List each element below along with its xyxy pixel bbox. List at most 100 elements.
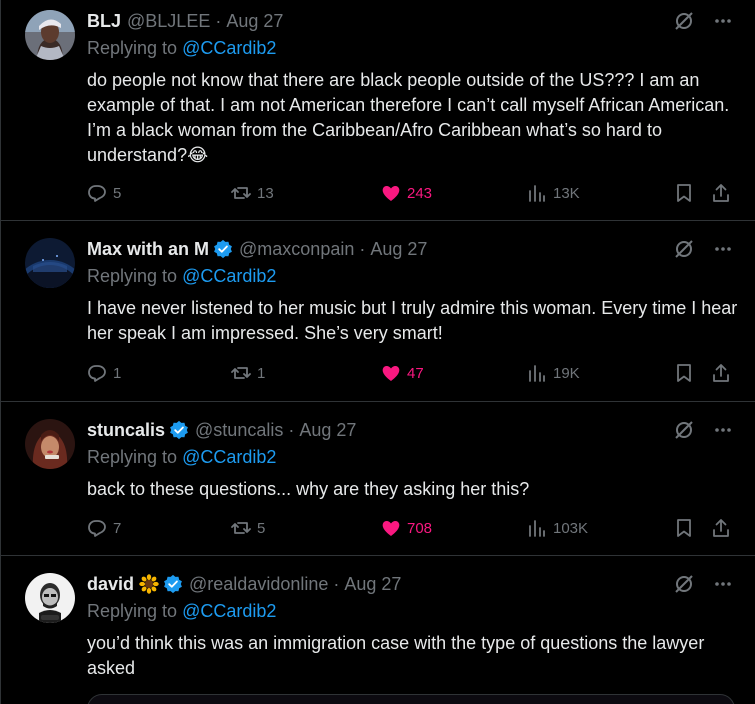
share-button[interactable] bbox=[711, 518, 731, 538]
separator: · bbox=[359, 238, 366, 259]
handle[interactable]: @BLJLEE bbox=[127, 11, 210, 32]
separator: · bbox=[288, 419, 295, 440]
tweet-header-actions bbox=[673, 419, 733, 441]
more-icon[interactable] bbox=[713, 10, 733, 32]
reply-tweet[interactable]: david @realdavidonline · Aug 27 Replying… bbox=[1, 556, 755, 704]
like-button[interactable]: 708 bbox=[381, 518, 432, 538]
reply-tweet[interactable]: BLJ @BLJLEE · Aug 27 Replying to @CCardi… bbox=[1, 0, 755, 221]
repost-button[interactable]: 5 bbox=[231, 518, 265, 538]
repost-button[interactable]: 1 bbox=[231, 363, 265, 383]
replying-label: Replying to bbox=[87, 266, 183, 286]
replying-to-link[interactable]: @CCardib2 bbox=[182, 447, 276, 467]
handle[interactable]: @realdavidonline bbox=[189, 574, 328, 595]
tweet-header: BLJ @BLJLEE · Aug 27 bbox=[87, 10, 739, 32]
heart-icon bbox=[382, 366, 400, 381]
reply-tweet[interactable]: Max with an M @maxconpain · Aug 27 Reply… bbox=[1, 221, 755, 402]
replying-to: Replying to @CCardib2 bbox=[87, 601, 739, 623]
share-icon bbox=[713, 184, 729, 202]
tweet-header-actions bbox=[673, 238, 733, 260]
repost-button[interactable]: 13 bbox=[231, 183, 274, 203]
replying-to: Replying to @CCardib2 bbox=[87, 447, 739, 469]
repost-count: 5 bbox=[257, 519, 266, 537]
view-count: 19K bbox=[553, 364, 580, 382]
handle[interactable]: @stuncalis bbox=[195, 420, 283, 441]
verified-badge-icon[interactable] bbox=[213, 239, 233, 259]
share-icon bbox=[713, 364, 729, 382]
tweet-actions: 7 5 708 103K bbox=[87, 518, 731, 540]
grok-icon[interactable] bbox=[673, 10, 695, 32]
more-icon[interactable] bbox=[713, 238, 733, 260]
separator: · bbox=[215, 10, 222, 31]
grok-icon[interactable] bbox=[673, 573, 695, 595]
reply-button[interactable]: 1 bbox=[87, 363, 121, 383]
tweet-actions: 1 1 47 19K bbox=[87, 363, 731, 385]
timestamp[interactable]: Aug 27 bbox=[226, 11, 283, 32]
bookmark-icon bbox=[677, 519, 691, 537]
views-icon bbox=[529, 185, 545, 202]
verified-badge-icon[interactable] bbox=[169, 420, 189, 440]
bookmark-icon bbox=[677, 184, 691, 202]
display-name[interactable]: david bbox=[87, 574, 134, 595]
tweet-header-actions bbox=[673, 573, 733, 595]
reply-button[interactable]: 5 bbox=[87, 183, 121, 203]
view-count: 103K bbox=[553, 519, 589, 537]
like-count: 243 bbox=[407, 184, 433, 202]
bookmark-button[interactable] bbox=[674, 183, 694, 203]
bookmark-button[interactable] bbox=[674, 363, 694, 383]
more-icon[interactable] bbox=[713, 419, 733, 441]
views-icon bbox=[529, 520, 545, 537]
timestamp[interactable]: Aug 27 bbox=[370, 239, 427, 260]
tweet-text: you’d think this was an immigration case… bbox=[87, 633, 705, 678]
tweet-text: I have never listened to her music but I… bbox=[87, 298, 738, 343]
share-button[interactable] bbox=[711, 183, 731, 203]
display-name[interactable]: BLJ bbox=[87, 11, 121, 32]
avatar[interactable] bbox=[25, 573, 75, 623]
replying-label: Replying to bbox=[87, 447, 183, 467]
avatar[interactable] bbox=[25, 10, 75, 60]
handle[interactable]: @maxconpain bbox=[239, 239, 354, 260]
tweet-header: Max with an M @maxconpain · Aug 27 bbox=[87, 238, 739, 260]
replying-to: Replying to @CCardib2 bbox=[87, 38, 739, 60]
avatar[interactable] bbox=[25, 419, 75, 469]
views-button[interactable]: 19K bbox=[527, 363, 580, 383]
media-card[interactable] bbox=[87, 694, 735, 704]
bookmark-button[interactable] bbox=[674, 518, 694, 538]
tweet-text: do people not know that there are black … bbox=[87, 70, 730, 165]
reply-count: 7 bbox=[113, 519, 122, 537]
replying-label: Replying to bbox=[87, 38, 183, 58]
more-icon[interactable] bbox=[713, 573, 733, 595]
heart-icon bbox=[382, 521, 400, 536]
like-button[interactable]: 47 bbox=[381, 363, 424, 383]
tweet-header-actions bbox=[673, 10, 733, 32]
like-count: 47 bbox=[407, 364, 424, 382]
grok-icon[interactable] bbox=[673, 419, 695, 441]
timestamp[interactable]: Aug 27 bbox=[344, 574, 401, 595]
tweet-header: stuncalis @stuncalis · Aug 27 bbox=[87, 419, 739, 441]
replying-label: Replying to bbox=[87, 601, 183, 621]
reply-icon bbox=[88, 520, 106, 537]
separator: · bbox=[333, 573, 340, 594]
views-button[interactable]: 103K bbox=[527, 518, 588, 538]
repost-icon bbox=[231, 187, 251, 199]
repost-count: 1 bbox=[257, 364, 266, 382]
display-name[interactable]: stuncalis bbox=[87, 420, 165, 441]
reply-count: 1 bbox=[113, 364, 122, 382]
like-button[interactable]: 243 bbox=[381, 183, 432, 203]
reply-button[interactable]: 7 bbox=[87, 518, 121, 538]
avatar[interactable] bbox=[25, 238, 75, 288]
views-button[interactable]: 13K bbox=[527, 183, 580, 203]
tweet-header: david @realdavidonline · Aug 27 bbox=[87, 573, 739, 595]
timestamp[interactable]: Aug 27 bbox=[299, 420, 356, 441]
verified-badge-icon[interactable] bbox=[163, 574, 183, 594]
tweet-text: back to these questions... why are they … bbox=[87, 479, 530, 499]
replying-to: Replying to @CCardib2 bbox=[87, 266, 739, 288]
replying-to-link[interactable]: @CCardib2 bbox=[182, 601, 276, 621]
share-button[interactable] bbox=[711, 363, 731, 383]
reply-icon bbox=[88, 185, 106, 202]
replying-to-link[interactable]: @CCardib2 bbox=[182, 266, 276, 286]
grok-icon[interactable] bbox=[673, 238, 695, 260]
reply-tweet[interactable]: stuncalis @stuncalis · Aug 27 Replying t… bbox=[1, 402, 755, 556]
repost-icon bbox=[231, 367, 251, 379]
display-name[interactable]: Max with an M bbox=[87, 239, 209, 260]
replying-to-link[interactable]: @CCardib2 bbox=[182, 38, 276, 58]
